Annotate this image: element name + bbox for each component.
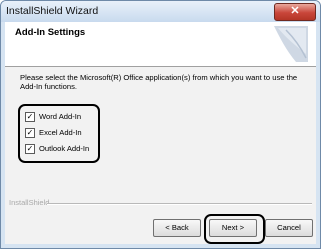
cancel-button[interactable]: Cancel (265, 219, 313, 237)
word-addin-option[interactable]: ✓ Word Add-In (25, 111, 81, 122)
wizard-graphic-icon (274, 26, 308, 62)
excel-addin-label: Excel Add-In (39, 128, 82, 137)
close-button[interactable]: ✕ (274, 3, 316, 21)
word-addin-checkbox[interactable]: ✓ (25, 111, 35, 122)
outlook-addin-option[interactable]: ✓ Outlook Add-In (25, 143, 89, 154)
instruction-text: Please select the Microsoft(R) Office ap… (20, 73, 298, 91)
next-button[interactable]: Next > (209, 219, 257, 237)
word-addin-label: Word Add-In (39, 112, 82, 121)
wizard-header: Add-In Settings (5, 22, 316, 67)
window-title: InstallShield Wizard (6, 5, 99, 17)
wizard-body: Add-In Settings Please select the Micros… (5, 22, 316, 244)
footer-divider (47, 203, 312, 205)
installer-window: InstallShield Wizard ✕ Add-In Settings P… (0, 0, 321, 249)
excel-addin-option[interactable]: ✓ Excel Add-In (25, 127, 82, 138)
excel-addin-checkbox[interactable]: ✓ (25, 127, 35, 138)
back-button[interactable]: < Back (153, 219, 201, 237)
outlook-addin-label: Outlook Add-In (39, 144, 90, 153)
addin-options-group: ✓ Word Add-In ✓ Excel Add-In ✓ Outlook A… (18, 104, 100, 163)
installshield-brand: InstallShield (9, 198, 50, 207)
title-bar: InstallShield Wizard ✕ (1, 1, 320, 22)
page-title: Add-In Settings (15, 27, 86, 38)
outlook-addin-checkbox[interactable]: ✓ (25, 143, 35, 154)
